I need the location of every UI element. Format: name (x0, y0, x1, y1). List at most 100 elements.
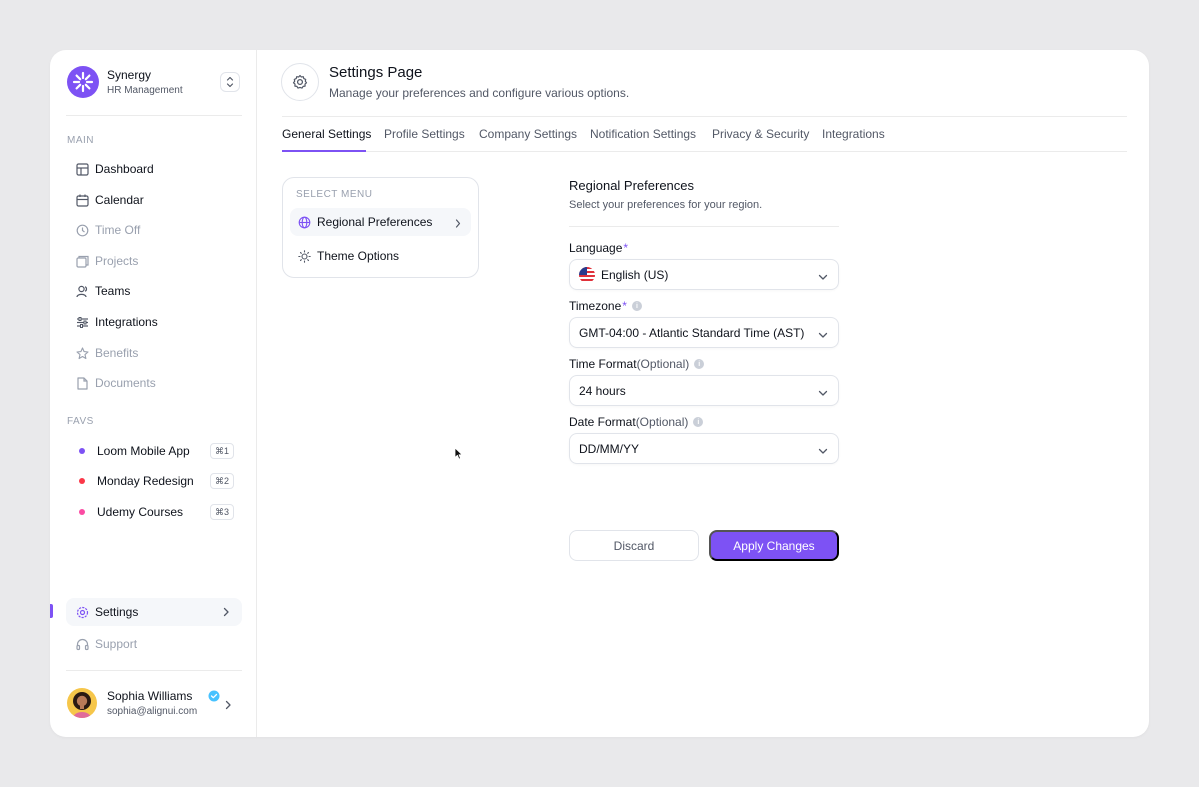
form-title: Regional Preferences (569, 178, 695, 193)
time-format-select[interactable]: 24 hours (569, 375, 839, 406)
language-label-text: Language (569, 241, 623, 255)
sidebar-item-label: Dashboard (95, 162, 154, 176)
select-menu-label: SELECT MENU (296, 189, 373, 200)
verified-badge-icon (208, 689, 220, 707)
active-tab-indicator (282, 150, 366, 152)
section-label-main: MAIN (67, 135, 94, 146)
date-format-value: DD/MM/YY (579, 441, 639, 456)
tab-integrations[interactable]: Integrations (822, 127, 885, 141)
sidebar-item-support[interactable]: Support (66, 630, 242, 658)
fav-item-loom-mobile-app[interactable]: Loom Mobile App ⌘1 (66, 437, 242, 465)
required-mark: * (623, 241, 629, 255)
time-format-label-text: Time Format (569, 357, 637, 371)
sidebar-item-teams[interactable]: Teams (66, 277, 242, 305)
date-format-label: Date Format (Optional) i (569, 415, 704, 429)
menu-item-theme-options[interactable]: Theme Options (290, 242, 471, 270)
brand-subtitle: HR Management (107, 85, 183, 96)
sidebar-item-label: Integrations (95, 315, 158, 329)
page-title: Settings Page (329, 64, 423, 81)
page-subtitle: Manage your preferences and configure va… (329, 86, 630, 100)
timezone-label-text: Timezone (569, 299, 622, 313)
discard-button[interactable]: Discard (569, 530, 699, 561)
shortcut-badge: ⌘2 (209, 473, 234, 489)
sidebar: Synergy HR Management MAIN Dashboard Cal… (50, 50, 257, 737)
section-label-favs: FAVS (67, 416, 94, 427)
chevron-up-down-icon[interactable] (220, 72, 240, 92)
workspace-switcher[interactable]: Synergy HR Management (67, 66, 242, 100)
sidebar-item-calendar[interactable]: Calendar (66, 186, 242, 214)
sun-icon (297, 249, 311, 263)
language-label: Language * (569, 241, 628, 255)
avatar (67, 688, 97, 718)
optional-mark: (Optional) (635, 415, 689, 429)
sidebar-item-label: Calendar (95, 193, 144, 207)
chevron-right-icon[interactable] (225, 697, 232, 715)
date-format-select[interactable]: DD/MM/YY (569, 433, 839, 464)
chevron-down-icon (818, 270, 828, 284)
divider (66, 670, 242, 671)
chevron-right-icon (455, 217, 461, 231)
user-name: Sophia Williams (107, 689, 193, 703)
chevron-right-icon (223, 606, 230, 620)
sidebar-item-label: Settings (95, 605, 139, 619)
chevron-down-icon (818, 386, 828, 400)
clock-icon (75, 223, 89, 237)
us-flag-icon (579, 266, 595, 283)
tab-notification-settings[interactable]: Notification Settings (590, 127, 696, 141)
menu-item-label: Regional Preferences (317, 215, 433, 229)
language-value: English (US) (601, 267, 669, 282)
tab-general-settings[interactable]: General Settings (282, 127, 371, 141)
sidebar-item-label: Time Off (95, 223, 141, 237)
info-icon[interactable]: i (693, 417, 704, 427)
sidebar-item-label: Teams (95, 284, 131, 298)
sidebar-item-integrations[interactable]: Integrations (66, 308, 242, 336)
date-format-label-text: Date Format (569, 415, 636, 429)
info-icon[interactable]: i (694, 359, 705, 369)
required-mark: * (622, 299, 627, 313)
grid-icon (75, 162, 89, 176)
sidebar-item-benefits[interactable]: Benefits (66, 339, 242, 367)
timezone-select[interactable]: GMT-04:00 - Atlantic Standard Time (AST) (569, 317, 839, 348)
sidebar-item-label: Documents (95, 376, 156, 390)
divider (66, 115, 242, 116)
shortcut-badge: ⌘1 (209, 443, 234, 459)
sidebar-item-label: Benefits (95, 346, 139, 360)
sidebar-item-documents[interactable]: Documents (66, 369, 242, 397)
time-format-value: 24 hours (579, 383, 626, 398)
divider (569, 226, 839, 227)
sidebar-item-dashboard[interactable]: Dashboard (66, 155, 242, 183)
sidebar-item-time-off[interactable]: Time Off (66, 216, 242, 244)
sidebar-item-label: Projects (95, 254, 139, 268)
language-select[interactable]: English (US) (569, 259, 839, 290)
info-icon[interactable]: i (631, 301, 642, 311)
form-subtitle: Select your preferences for your region. (569, 199, 763, 211)
gear-icon (75, 605, 89, 619)
fav-item-label: Monday Redesign (97, 474, 194, 488)
menu-item-regional-preferences[interactable]: Regional Preferences (290, 208, 471, 236)
document-icon (75, 376, 89, 390)
calendar-icon (75, 193, 89, 207)
settings-tabs: General Settings Profile Settings Compan… (282, 116, 1127, 152)
fav-item-monday-redesign[interactable]: Monday Redesign ⌘2 (66, 467, 242, 495)
fav-item-udemy-courses[interactable]: Udemy Courses ⌘3 (66, 498, 242, 526)
synergy-logo-icon (67, 66, 99, 98)
mouse-cursor-icon (454, 447, 463, 465)
sidebar-item-settings[interactable]: Settings (66, 598, 242, 626)
chevron-down-icon (818, 444, 828, 458)
tab-profile-settings[interactable]: Profile Settings (384, 127, 465, 141)
user-profile[interactable]: Sophia Williams sophia@alignui.com (67, 686, 242, 720)
tab-company-settings[interactable]: Company Settings (479, 127, 577, 141)
sidebar-item-projects[interactable]: Projects (66, 247, 242, 275)
fav-item-label: Udemy Courses (97, 505, 184, 519)
active-indicator (50, 604, 53, 618)
shortcut-badge: ⌘3 (209, 504, 234, 520)
apply-changes-button[interactable]: Apply Changes (709, 530, 839, 561)
folder-icon (75, 254, 89, 268)
tab-privacy-security[interactable]: Privacy & Security (712, 127, 809, 141)
users-icon (75, 284, 89, 298)
chevron-down-icon (818, 328, 828, 342)
user-email: sophia@alignui.com (107, 706, 198, 717)
select-menu: SELECT MENU Regional Preferences Theme O… (282, 177, 479, 278)
menu-item-label: Theme Options (317, 249, 400, 263)
sidebar-item-label: Support (95, 637, 138, 651)
